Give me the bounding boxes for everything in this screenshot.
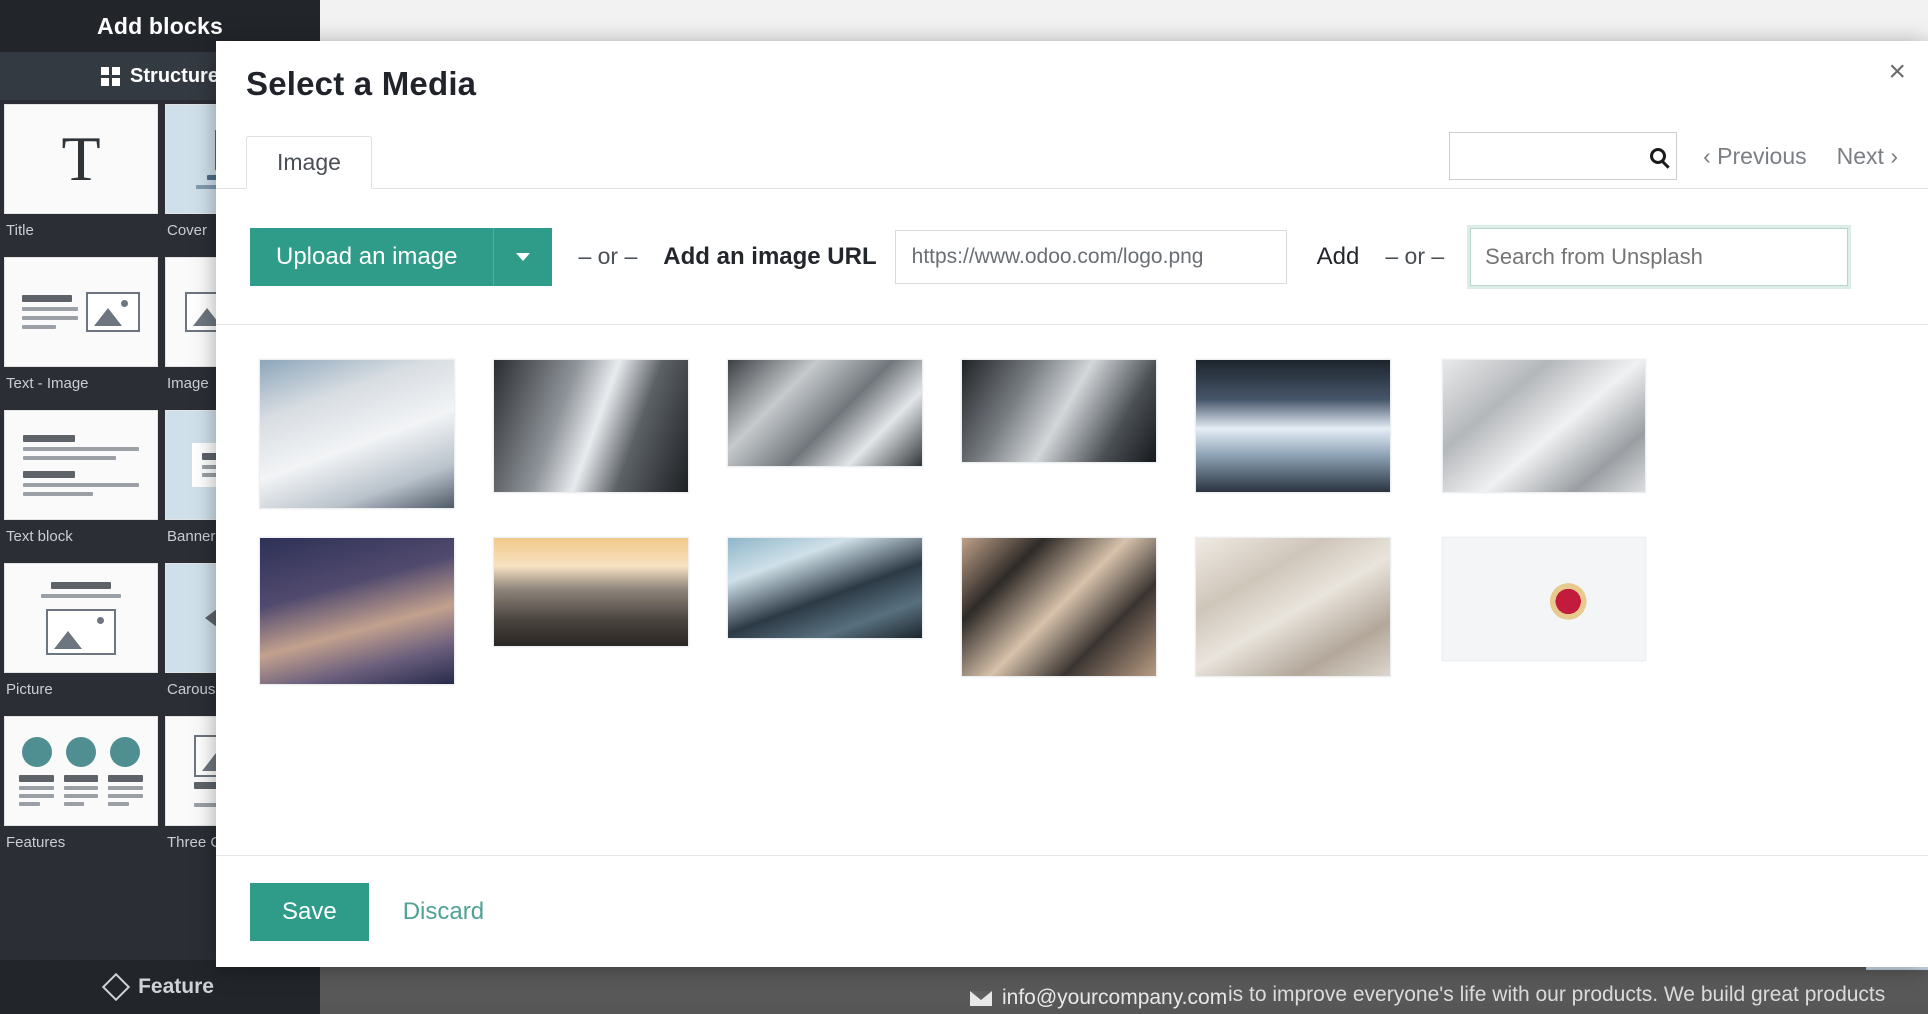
gallery-cell xyxy=(942,359,1176,463)
upload-button-label: Upload an image xyxy=(276,242,458,270)
dialog-header: Select a Media × xyxy=(216,41,1928,127)
gallery-row xyxy=(216,537,1928,685)
gallery-cell xyxy=(708,359,942,467)
block-tile-features[interactable]: Features xyxy=(4,716,158,865)
save-button[interactable]: Save xyxy=(250,882,369,941)
search-input[interactable] xyxy=(1460,145,1647,167)
block-label: Features xyxy=(6,834,66,851)
dialog-tabs-bar: Image ‹ Previous Next › xyxy=(216,127,1928,189)
diamond-icon xyxy=(101,972,131,1002)
gallery-image-crosswalk-aerial[interactable] xyxy=(727,359,923,467)
previous-page-link[interactable]: ‹ Previous xyxy=(1703,143,1807,170)
dialog-footer: Save Discard xyxy=(216,855,1928,967)
gallery-image-architecture-interior[interactable] xyxy=(493,359,689,493)
dialog-header-tools: ‹ Previous Next › xyxy=(1449,132,1898,180)
gallery-image-city-blocks-aerial[interactable] xyxy=(961,359,1157,463)
block-tile-text-image[interactable]: Text - Image xyxy=(4,257,158,406)
add-url-button[interactable]: Add xyxy=(1287,243,1360,271)
gallery-image-glass-ceiling-triangle[interactable] xyxy=(1195,359,1391,493)
add-image-url-label: Add an image URL xyxy=(663,242,877,270)
chevron-down-icon[interactable] xyxy=(494,252,552,261)
gallery-image-dusk-sky-clouds[interactable] xyxy=(259,537,455,685)
search-icon[interactable] xyxy=(1650,148,1667,164)
add-blocks-label: Add blocks xyxy=(97,12,223,39)
block-label: Text block xyxy=(6,528,73,545)
media-search-box[interactable] xyxy=(1449,132,1678,180)
gallery-row xyxy=(216,359,1928,509)
gallery-image-mountain-landscape[interactable] xyxy=(727,537,923,639)
block-thumb xyxy=(4,563,158,673)
block-tile-picture[interactable]: Picture xyxy=(4,563,158,712)
block-thumb xyxy=(4,257,158,367)
tab-image[interactable]: Image xyxy=(246,136,372,189)
gallery-image-sail-boat-sails[interactable] xyxy=(259,359,455,509)
gallery-image-city-skyline-sunset[interactable] xyxy=(493,537,689,647)
feature-section-header[interactable]: Feature xyxy=(0,960,320,1014)
envelope-icon xyxy=(970,990,992,1006)
gallery-image-team-hands-desk[interactable] xyxy=(961,537,1157,677)
block-thumb xyxy=(4,410,158,520)
close-icon[interactable]: × xyxy=(1888,57,1906,87)
feature-label: Feature xyxy=(138,975,214,998)
gallery-cell xyxy=(1410,359,1678,493)
gallery-image-wine-glasses-bar[interactable] xyxy=(1195,537,1391,677)
block-tile-text-block[interactable]: Text block xyxy=(4,410,158,559)
next-page-link[interactable]: Next › xyxy=(1837,143,1898,170)
gallery-cell xyxy=(474,537,708,647)
block-thumb xyxy=(4,716,158,826)
block-label: Title xyxy=(6,222,34,239)
unsplash-search-input[interactable] xyxy=(1470,227,1849,286)
dialog-title: Select a Media xyxy=(246,65,477,102)
block-thumb: T xyxy=(4,104,158,214)
structure-label: Structure xyxy=(130,64,219,87)
image-url-input[interactable] xyxy=(894,229,1287,284)
gallery-cell xyxy=(474,359,708,493)
block-label: Picture xyxy=(6,681,53,698)
gallery-cell xyxy=(240,537,474,685)
gallery-cell xyxy=(1176,359,1410,493)
site-footer-paragraph: is to improve everyone's life with our p… xyxy=(1228,983,1886,1007)
upload-toolbar: Upload an image – or – Add an image URL … xyxy=(216,189,1928,325)
gallery-cell xyxy=(942,537,1176,677)
site-footer-email-text: info@yourcompany.com xyxy=(1002,986,1228,1009)
media-gallery xyxy=(216,325,1928,855)
or-separator-left: – or – xyxy=(578,243,638,269)
gallery-cell xyxy=(708,537,942,639)
upload-an-image-button[interactable]: Upload an image xyxy=(250,227,553,286)
block-label: Text - Image xyxy=(6,375,89,392)
gallery-cell xyxy=(1176,537,1410,677)
select-media-dialog: Select a Media × Image ‹ Previous Next ›… xyxy=(216,41,1928,967)
site-footer-email[interactable]: info@yourcompany.com xyxy=(970,986,1227,1010)
discard-button[interactable]: Discard xyxy=(403,898,484,926)
gallery-image-raspberry-tart-plate[interactable] xyxy=(1442,537,1646,661)
pagination: ‹ Previous Next › xyxy=(1703,143,1898,170)
gallery-image-pattern-blocks-grey[interactable] xyxy=(1442,359,1646,493)
or-separator-right: – or – xyxy=(1385,243,1445,269)
gallery-cell xyxy=(240,359,474,509)
gallery-cell xyxy=(1410,537,1678,661)
grid-icon xyxy=(101,66,121,86)
block-tile-title[interactable]: T Title xyxy=(4,104,158,253)
